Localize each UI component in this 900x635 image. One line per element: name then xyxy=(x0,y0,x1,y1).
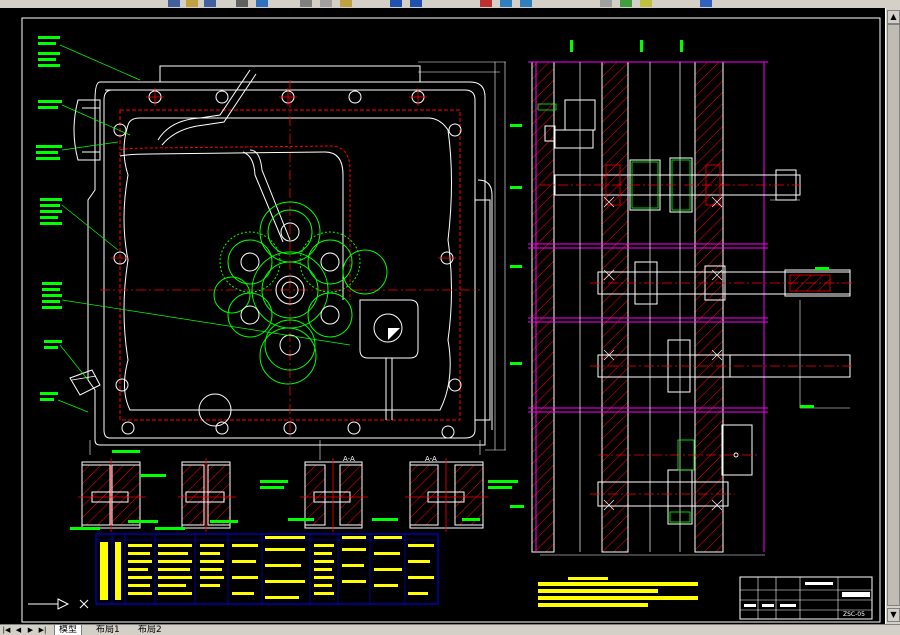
open-icon[interactable] xyxy=(186,0,198,7)
cad-drawing: A-A A-A ZSC-05 xyxy=(21,17,881,623)
undo-icon[interactable] xyxy=(390,0,402,7)
scroll-up-icon[interactable]: ▲ xyxy=(887,10,900,24)
zoom-window-icon[interactable] xyxy=(520,0,532,7)
technical-notes xyxy=(538,577,698,607)
help-icon[interactable] xyxy=(700,0,712,7)
drawing-border xyxy=(21,17,881,623)
section-views: A-A A-A xyxy=(70,450,518,532)
tool-palette-icon[interactable] xyxy=(640,0,652,7)
new-icon[interactable] xyxy=(168,0,180,7)
print-icon[interactable] xyxy=(236,0,248,7)
properties-icon[interactable] xyxy=(600,0,612,7)
housing-plan-view xyxy=(57,44,506,460)
pan-icon[interactable] xyxy=(480,0,492,7)
parts-table xyxy=(95,533,439,605)
section-label-b: A-A xyxy=(425,455,437,463)
scroll-down-icon[interactable]: ▼ xyxy=(887,608,900,622)
save-icon[interactable] xyxy=(204,0,216,7)
redo-icon[interactable] xyxy=(410,0,422,7)
left-annotations xyxy=(36,36,62,401)
zoom-icon[interactable] xyxy=(500,0,512,7)
cut-icon[interactable] xyxy=(300,0,312,7)
layout-tabs: |◀ ◀ ▶ ▶| 模型 布局1 布局2 xyxy=(0,624,900,635)
preview-icon[interactable] xyxy=(256,0,268,7)
vertical-scrollbar[interactable]: ▲ ▼ xyxy=(885,8,900,624)
copy-icon[interactable] xyxy=(320,0,332,7)
section-label-a: A-A xyxy=(343,455,355,463)
drawing-canvas[interactable]: A-A A-A ZSC-05 xyxy=(0,8,886,624)
ucs-icon xyxy=(28,598,89,610)
design-center-icon[interactable] xyxy=(620,0,632,7)
title-block: ZSC-05 xyxy=(739,576,873,620)
paste-icon[interactable] xyxy=(340,0,352,7)
scroll-thumb[interactable] xyxy=(887,24,900,606)
drawing-number: ZSC-05 xyxy=(843,611,865,618)
shaft-section-view xyxy=(510,40,855,556)
